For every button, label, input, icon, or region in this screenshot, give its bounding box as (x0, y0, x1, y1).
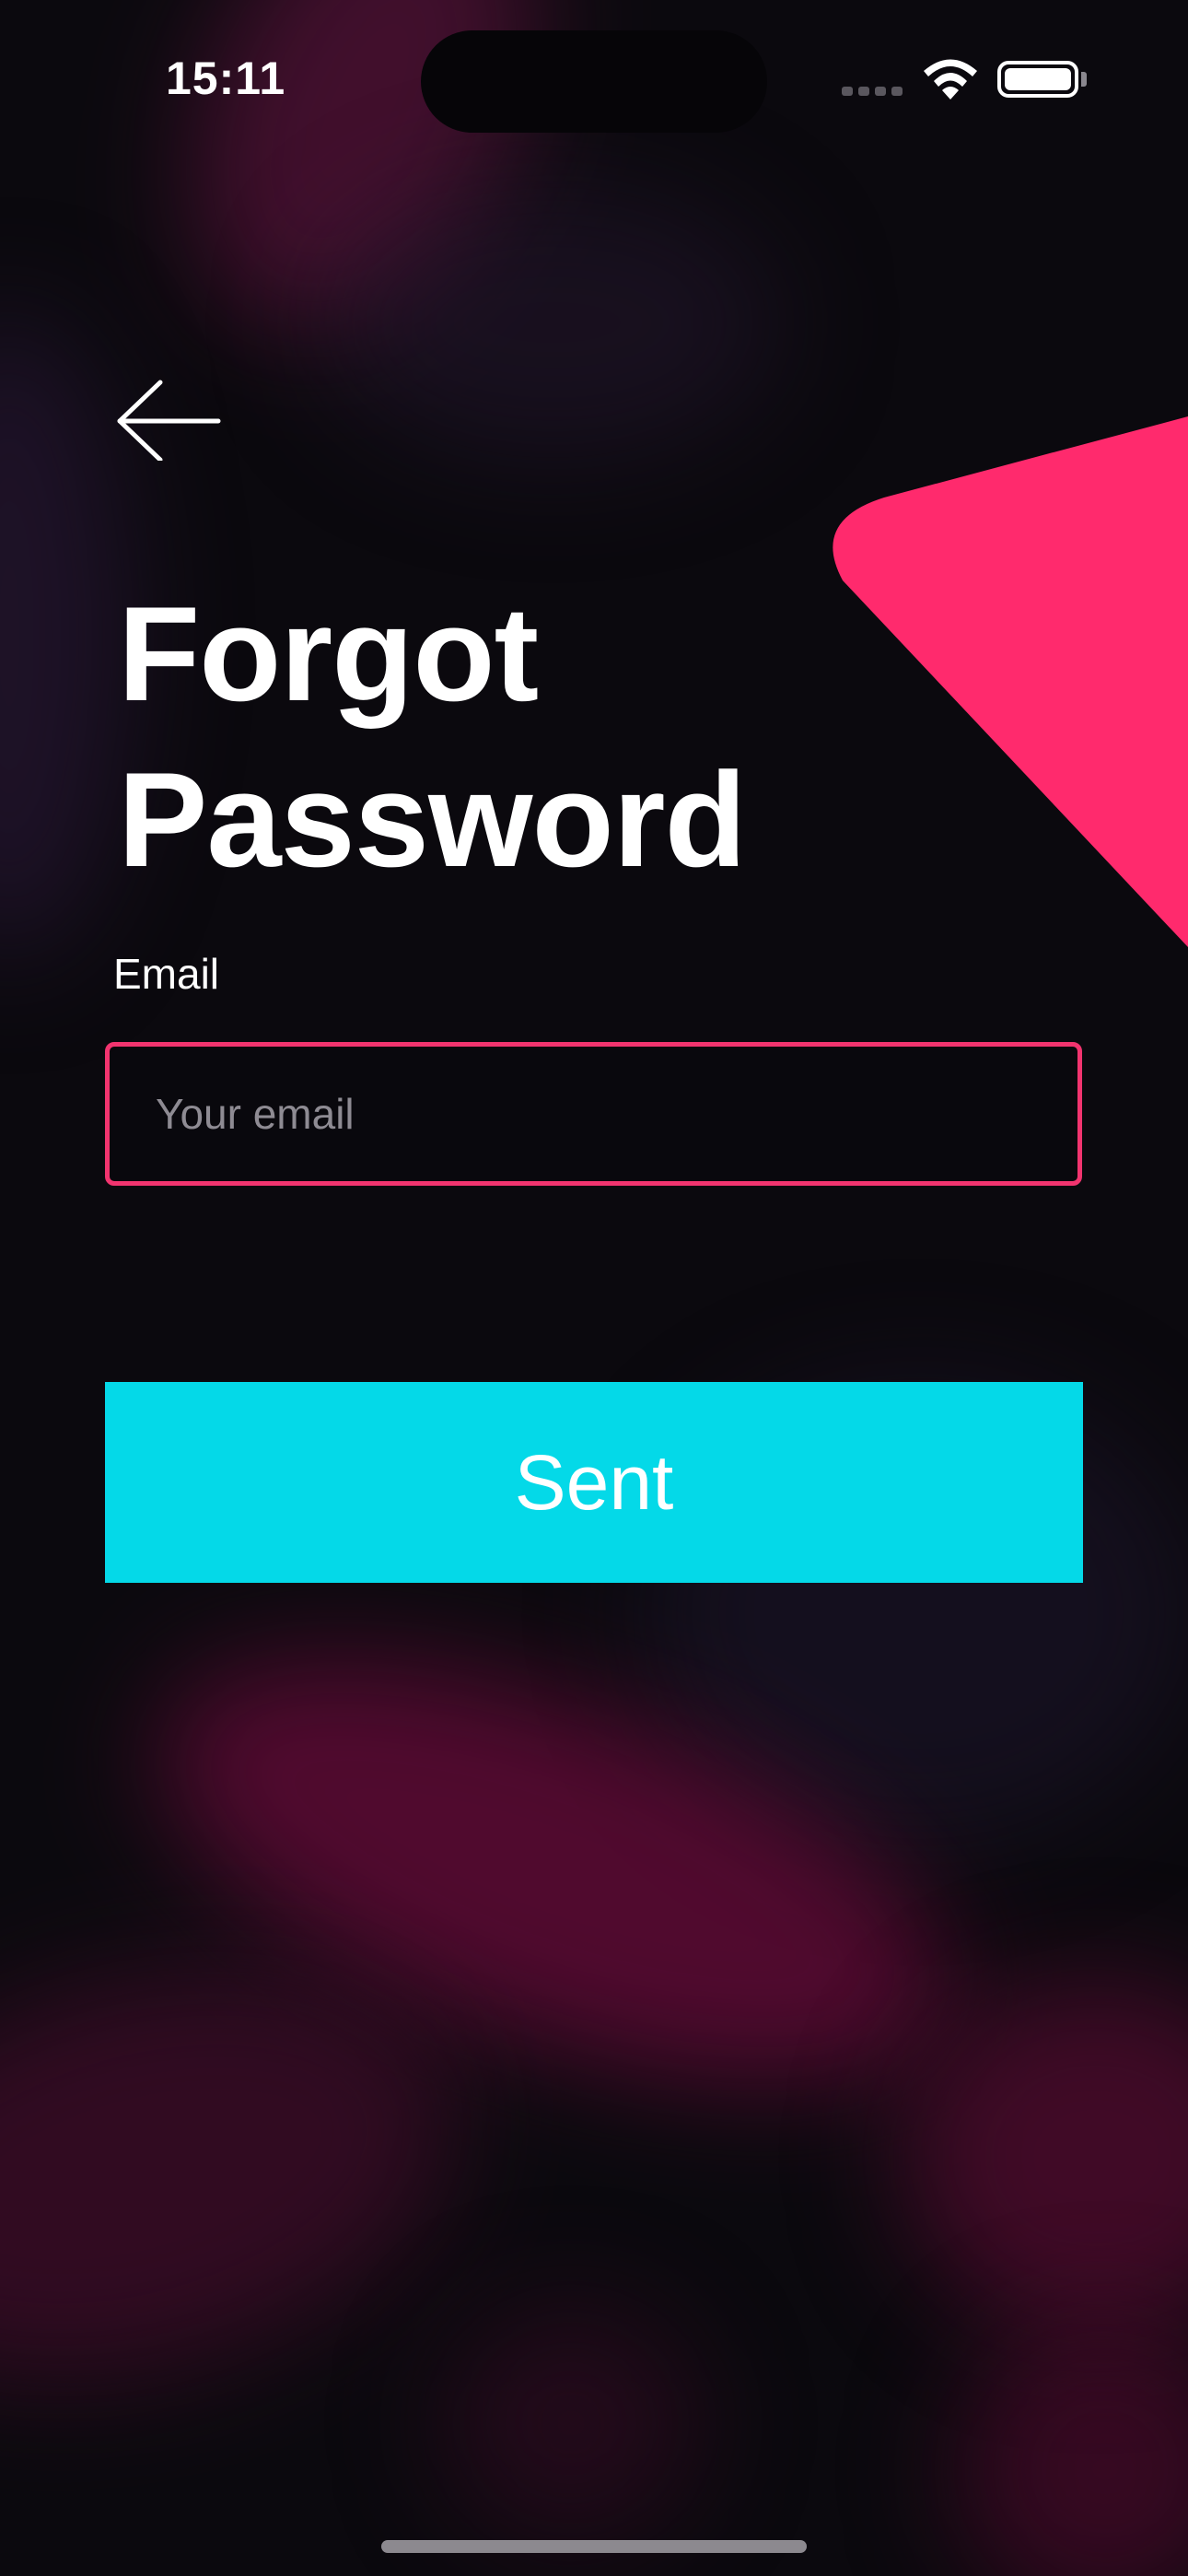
background-blob (0, 1903, 500, 2445)
dynamic-island (421, 30, 767, 133)
arrow-left-icon[interactable] (112, 378, 223, 461)
status-bar: 15:11 (0, 0, 1188, 157)
battery-icon (997, 61, 1078, 98)
home-indicator[interactable] (381, 2540, 807, 2553)
page-title-line: Forgot (118, 579, 539, 729)
page-title: Forgot Password (118, 571, 747, 903)
cellular-signal-icon (842, 87, 903, 96)
sent-button[interactable]: Sent (105, 1382, 1083, 1583)
background-blob (958, 2322, 1188, 2576)
email-input[interactable] (110, 1047, 1077, 1181)
battery-cap (1081, 72, 1087, 87)
email-label: Email (113, 950, 220, 998)
background-blob (106, 1572, 999, 2169)
background-blob (442, 2303, 700, 2543)
background-blob (903, 1981, 1188, 2331)
background-blob (0, 313, 129, 958)
battery-level (1005, 68, 1071, 90)
page-title-line: Password (118, 744, 747, 895)
background-blob (322, 184, 783, 461)
email-field[interactable] (105, 1042, 1082, 1186)
status-time: 15:11 (166, 53, 286, 104)
forgot-password-screen: 15:11 Forgot Password Email Sent (0, 0, 1188, 2576)
wifi-icon (924, 59, 977, 100)
